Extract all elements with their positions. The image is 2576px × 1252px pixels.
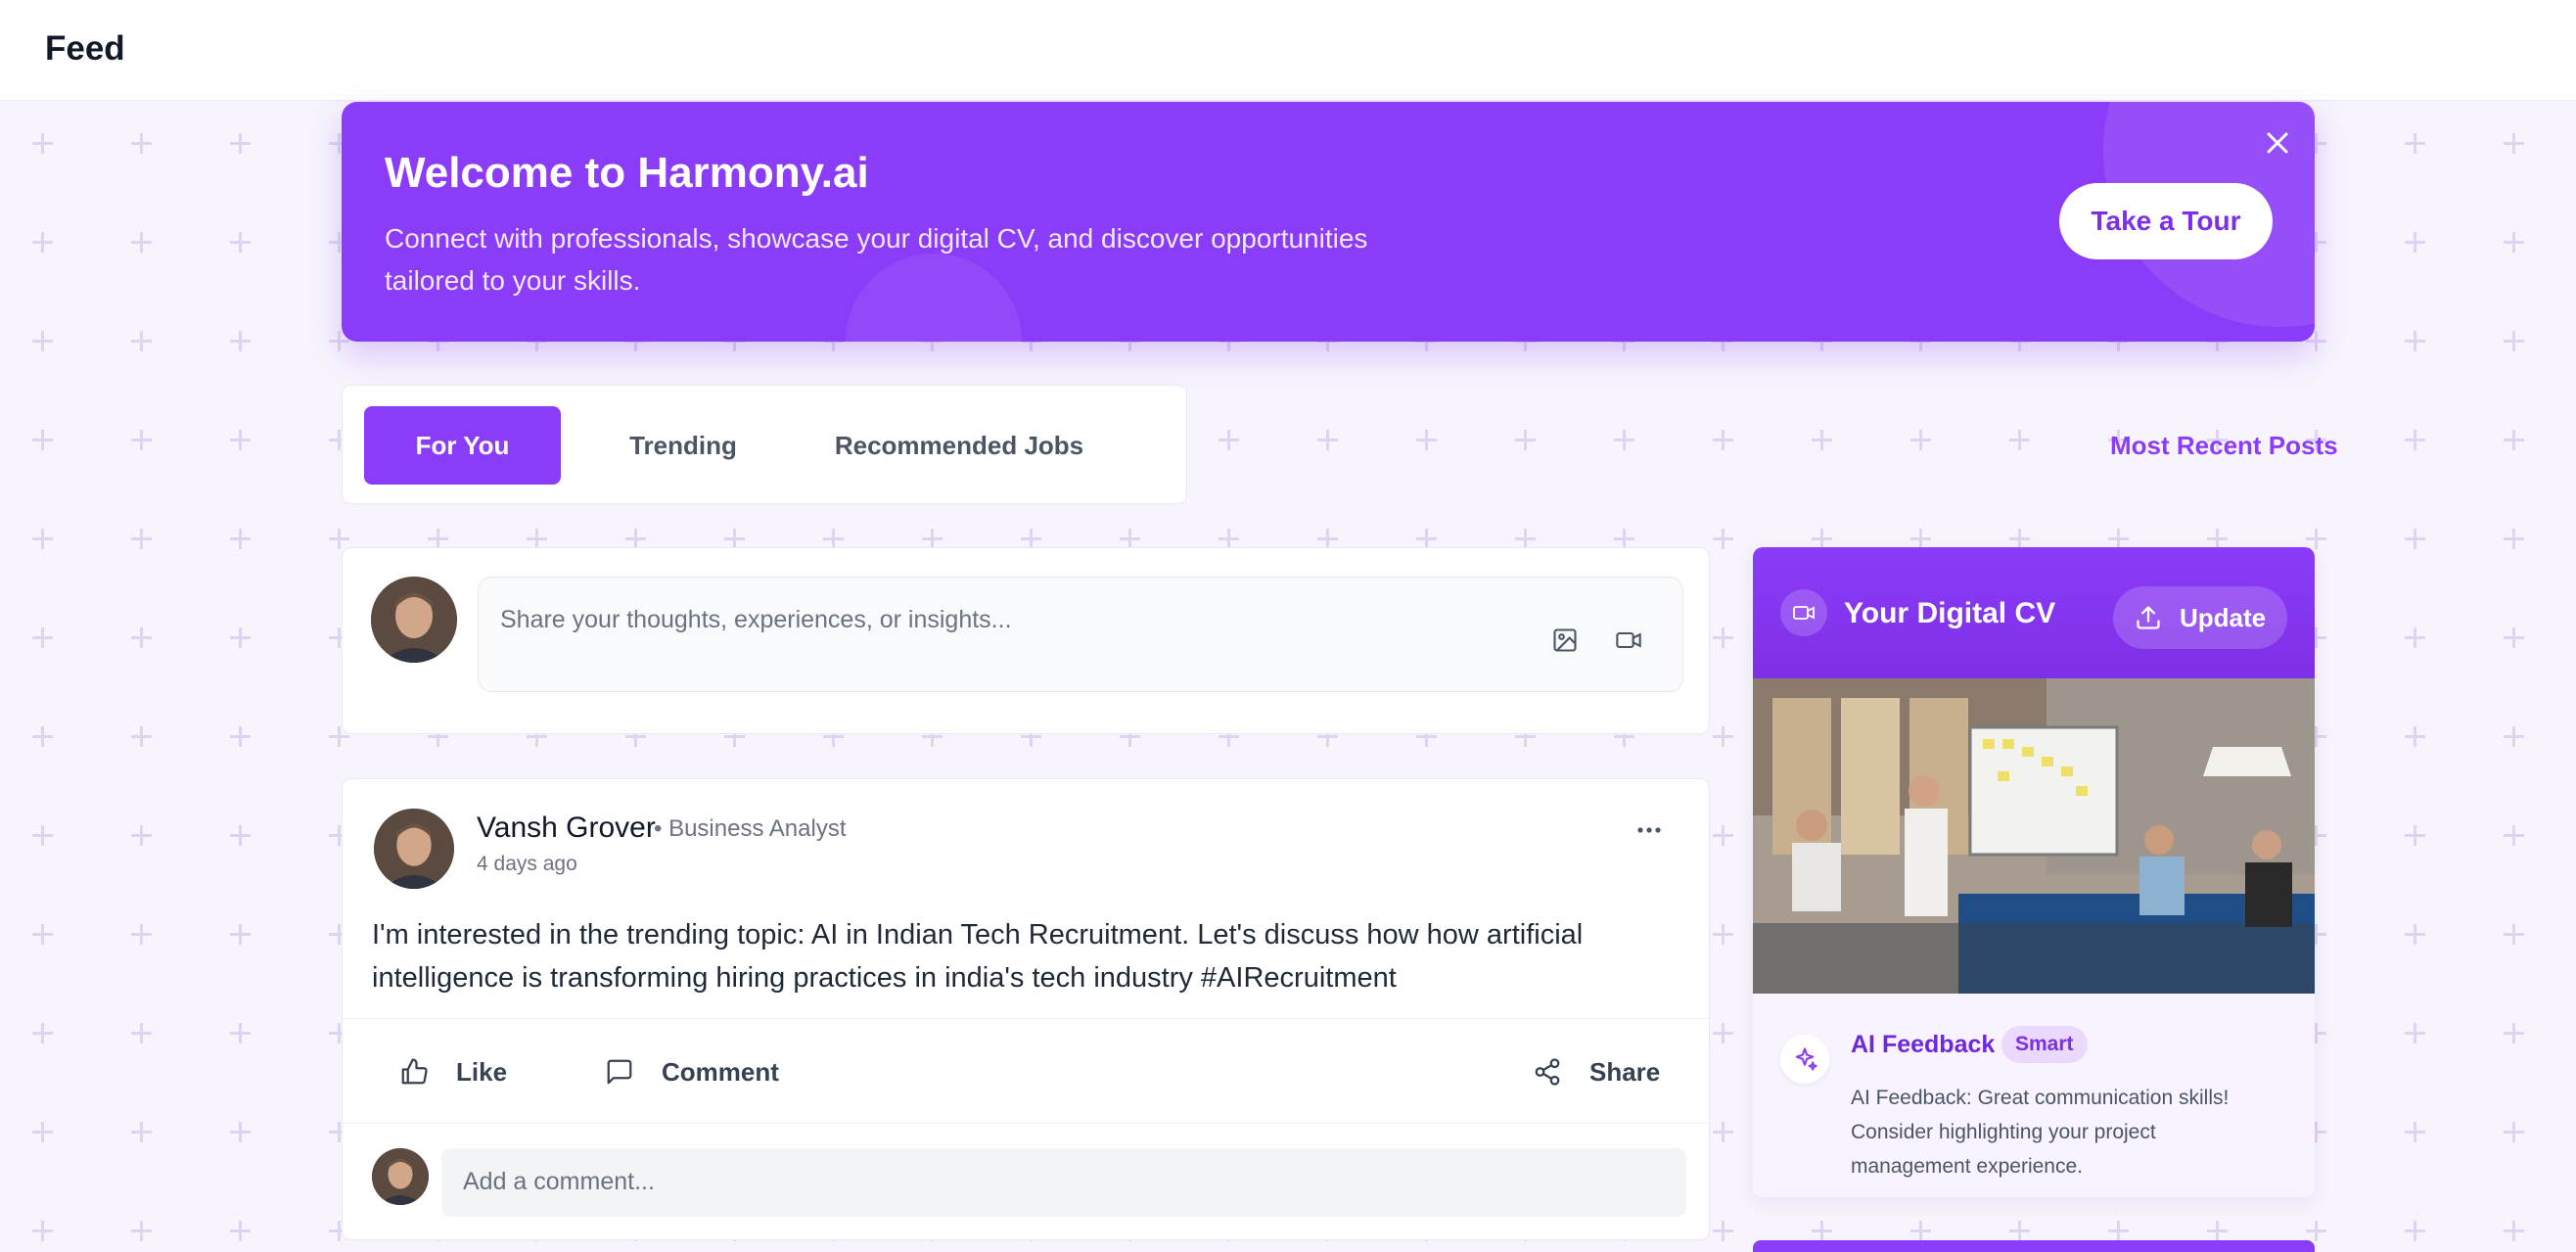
post-actions: Like Comment Share — [343, 1018, 1709, 1125]
post-body: I'm interested in the trending topic: AI… — [372, 919, 1584, 994]
author-name[interactable]: Vansh Grover — [477, 811, 656, 845]
ai-feedback-label: AI Feedback — [1851, 1031, 1996, 1058]
share-icon — [1535, 1058, 1560, 1086]
tab-for-you[interactable]: For You — [364, 406, 561, 485]
digital-cv-title: Your Digital CV — [1844, 597, 2056, 629]
comment-button[interactable]: Comment — [605, 1019, 779, 1125]
comment-icon — [607, 1059, 632, 1085]
tab-recommended-jobs[interactable]: Recommended Jobs — [812, 406, 1106, 485]
ai-feedback-text: AI Feedback: Great communication skills!… — [1851, 1087, 2230, 1178]
upload-icon — [2137, 606, 2160, 629]
sort-most-recent-link[interactable]: Most Recent Posts — [2110, 431, 2338, 461]
update-label: Update — [2179, 602, 2267, 632]
welcome-banner: Welcome to Harmony.ai Connect with profe… — [342, 102, 2315, 342]
like-label: Like — [456, 1056, 508, 1087]
author-role: • Business Analyst — [654, 815, 847, 842]
video-camera-icon — [1780, 589, 1827, 636]
cv-video-thumbnail[interactable] — [1753, 678, 2315, 994]
smart-badge: Smart — [2001, 1026, 2088, 1063]
post-card: Vansh Grover • Business Analyst 4 days a… — [342, 778, 1710, 1240]
close-icon[interactable] — [2260, 125, 2295, 161]
update-cv-button[interactable]: Update — [2113, 586, 2287, 649]
commenter-avatar — [372, 1148, 429, 1205]
comment-input[interactable]: Add a comment... — [441, 1148, 1686, 1217]
next-sidebar-card — [1753, 1240, 2315, 1252]
author-avatar[interactable] — [374, 809, 454, 889]
post-composer: Share your thoughts, experiences, or ins… — [342, 547, 1710, 734]
share-label: Share — [1589, 1056, 1661, 1087]
post-timestamp: 4 days ago — [477, 853, 577, 875]
tab-trending[interactable]: Trending — [585, 406, 781, 485]
avatar — [371, 577, 457, 663]
banner-title: Welcome to Harmony.ai — [385, 149, 869, 197]
ai-feedback-panel: AI Feedback Smart AI Feedback: Great com… — [1753, 994, 2315, 1197]
image-icon[interactable] — [1551, 626, 1579, 659]
take-tour-button[interactable]: Take a Tour — [2059, 183, 2273, 259]
page-title: Feed — [45, 29, 125, 68]
digital-cv-card: Your Digital CV Update AI Feedback Smart… — [1753, 547, 2315, 1197]
top-bar: Feed — [0, 0, 2576, 101]
share-button[interactable]: Share — [1533, 1019, 1660, 1125]
more-options-icon[interactable] — [1636, 809, 1662, 842]
comment-placeholder: Add a comment... — [463, 1168, 655, 1195]
feed-tabs: For You Trending Recommended Jobs — [342, 385, 1187, 504]
like-button[interactable]: Like — [399, 1019, 507, 1125]
sparkle-icon — [1780, 1035, 1829, 1084]
composer-input[interactable]: Share your thoughts, experiences, or ins… — [478, 577, 1683, 692]
thumbs-up-icon — [401, 1058, 428, 1085]
comment-label: Comment — [662, 1056, 779, 1087]
banner-subtitle: Connect with professionals, showcase you… — [385, 223, 1368, 296]
video-icon[interactable] — [1614, 626, 1643, 659]
digital-cv-header: Your Digital CV Update — [1753, 547, 2315, 678]
composer-placeholder: Share your thoughts, experiences, or ins… — [500, 606, 1012, 633]
